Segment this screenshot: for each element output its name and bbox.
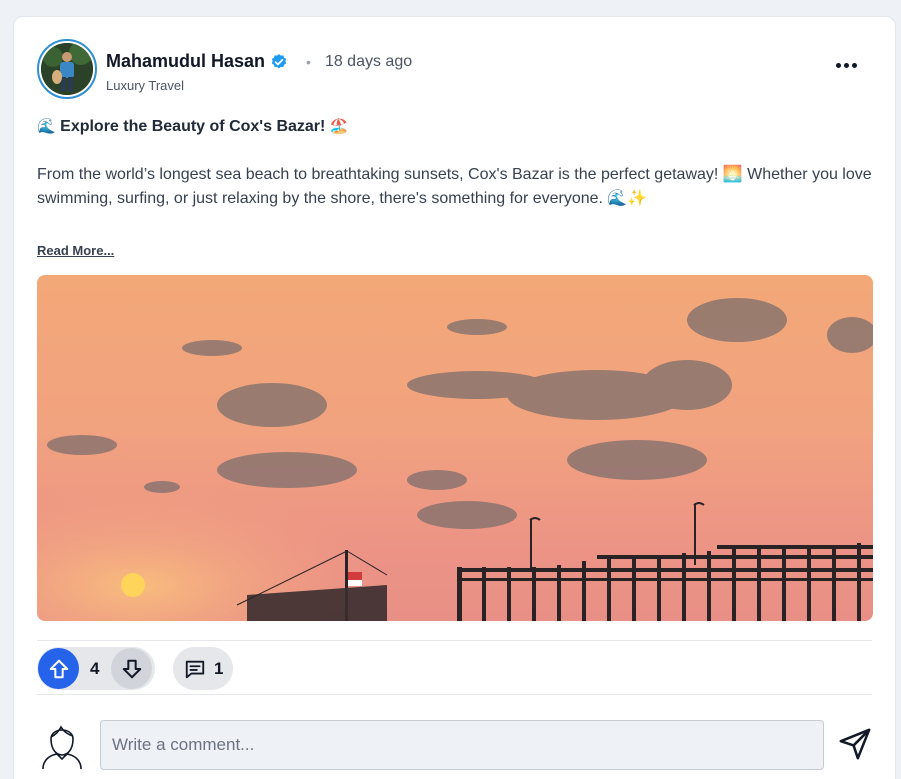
author-name[interactable]: Mahamudul Hasan bbox=[106, 51, 265, 72]
user-avatar-icon bbox=[42, 725, 82, 769]
separator-dot: • bbox=[306, 53, 311, 70]
more-dot bbox=[851, 62, 857, 68]
more-options-icon[interactable] bbox=[831, 53, 861, 77]
post-category[interactable]: Luxury Travel bbox=[106, 78, 184, 93]
downvote-button[interactable] bbox=[111, 648, 152, 689]
author-line: Mahamudul Hasan • 18 days ago bbox=[106, 51, 412, 72]
post-card: Mahamudul Hasan • 18 days ago Luxury Tra… bbox=[13, 16, 896, 779]
vote-control: 4 bbox=[37, 647, 155, 690]
comment-input[interactable] bbox=[100, 720, 824, 770]
author-avatar[interactable] bbox=[37, 39, 97, 99]
vote-count: 4 bbox=[90, 659, 100, 678]
avatar-photo bbox=[41, 43, 93, 95]
upvote-button[interactable] bbox=[38, 648, 79, 689]
actions-divider-top bbox=[37, 640, 872, 641]
more-dot bbox=[843, 62, 849, 68]
wave-emoji: 🌊 bbox=[37, 118, 56, 135]
post-title: 🌊 Explore the Beauty of Cox's Bazar! 🏖️ bbox=[37, 117, 348, 136]
post-time: 18 days ago bbox=[324, 52, 413, 70]
comment-bubble-icon bbox=[185, 660, 205, 679]
comment-count: 1 bbox=[214, 659, 224, 678]
comments-button[interactable]: 1 bbox=[173, 647, 233, 690]
arrow-up-icon bbox=[49, 659, 68, 678]
post-title-text: Explore the Beauty of Cox's Bazar! bbox=[60, 118, 326, 135]
post-header: Mahamudul Hasan • 18 days ago Luxury Tra… bbox=[37, 39, 871, 101]
verified-badge-icon bbox=[271, 53, 287, 68]
actions-divider-bottom bbox=[37, 694, 872, 695]
send-icon bbox=[839, 728, 871, 760]
post-body: From the world’s longest sea beach to br… bbox=[37, 166, 872, 207]
more-dot bbox=[835, 62, 841, 68]
read-more-link[interactable]: Read More... bbox=[37, 243, 114, 258]
arrow-down-icon bbox=[122, 659, 141, 678]
post-image[interactable] bbox=[37, 275, 873, 621]
beach-emoji: 🏖️ bbox=[329, 118, 349, 135]
send-button[interactable] bbox=[838, 727, 872, 766]
